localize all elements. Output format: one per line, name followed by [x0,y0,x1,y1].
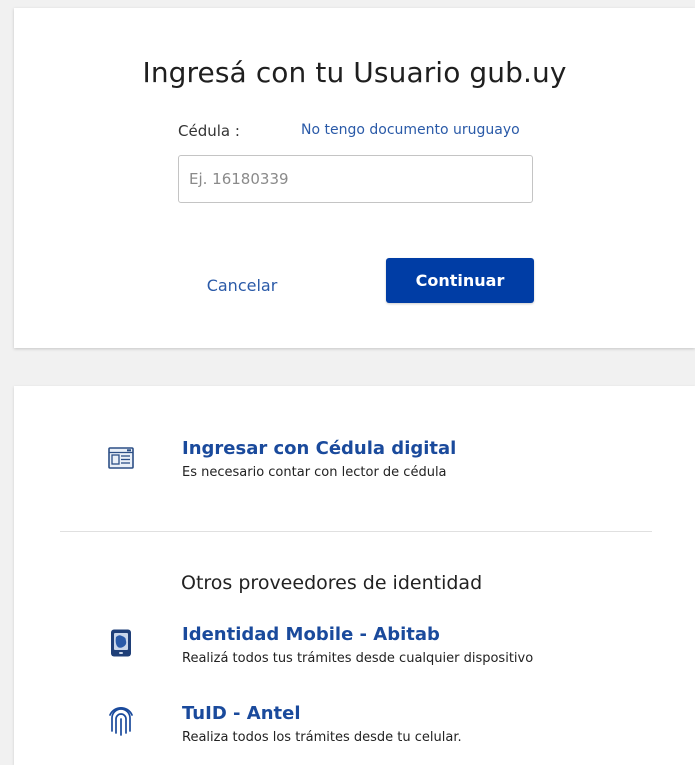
identity-providers-card: Ingresar con Cédula digital Es necesario… [14,386,695,765]
section-divider [60,531,652,532]
cancel-button[interactable]: Cancelar [184,270,300,300]
tuid-title: TuID - Antel [182,703,301,724]
fingerprint-icon [106,705,136,736]
no-uruguayan-document-link[interactable]: No tengo documento uruguayo [301,122,520,138]
abitab-title: Identidad Mobile - Abitab [182,624,440,645]
digital-id-title: Ingresar con Cédula digital [182,438,457,459]
abitab-description: Realizá todos tus trámites desde cualqui… [182,651,534,666]
id-card-icon [106,444,136,474]
antel-tuid-option[interactable]: TuID - Antel Realiza todos los trámites … [14,703,695,759]
page-title: Ingresá con tu Usuario gub.uy [142,56,567,89]
digital-id-description: Es necesario contar con lector de cédula [182,465,447,480]
other-providers-heading: Otros proveedores de identidad [181,572,483,594]
cedula-input[interactable] [178,155,533,203]
continue-button[interactable]: Continuar [386,258,534,303]
abitab-mobile-identity-option[interactable]: Identidad Mobile - Abitab Realizá todos … [14,624,695,680]
login-card: Ingresá con tu Usuario gub.uy Cédula : N… [14,8,695,348]
cedula-label: Cédula : [178,122,240,140]
digital-id-login-option[interactable]: Ingresar con Cédula digital Es necesario… [14,438,695,494]
tuid-description: Realiza todos los trámites desde tu celu… [182,730,462,745]
mobile-phone-icon [106,628,136,658]
